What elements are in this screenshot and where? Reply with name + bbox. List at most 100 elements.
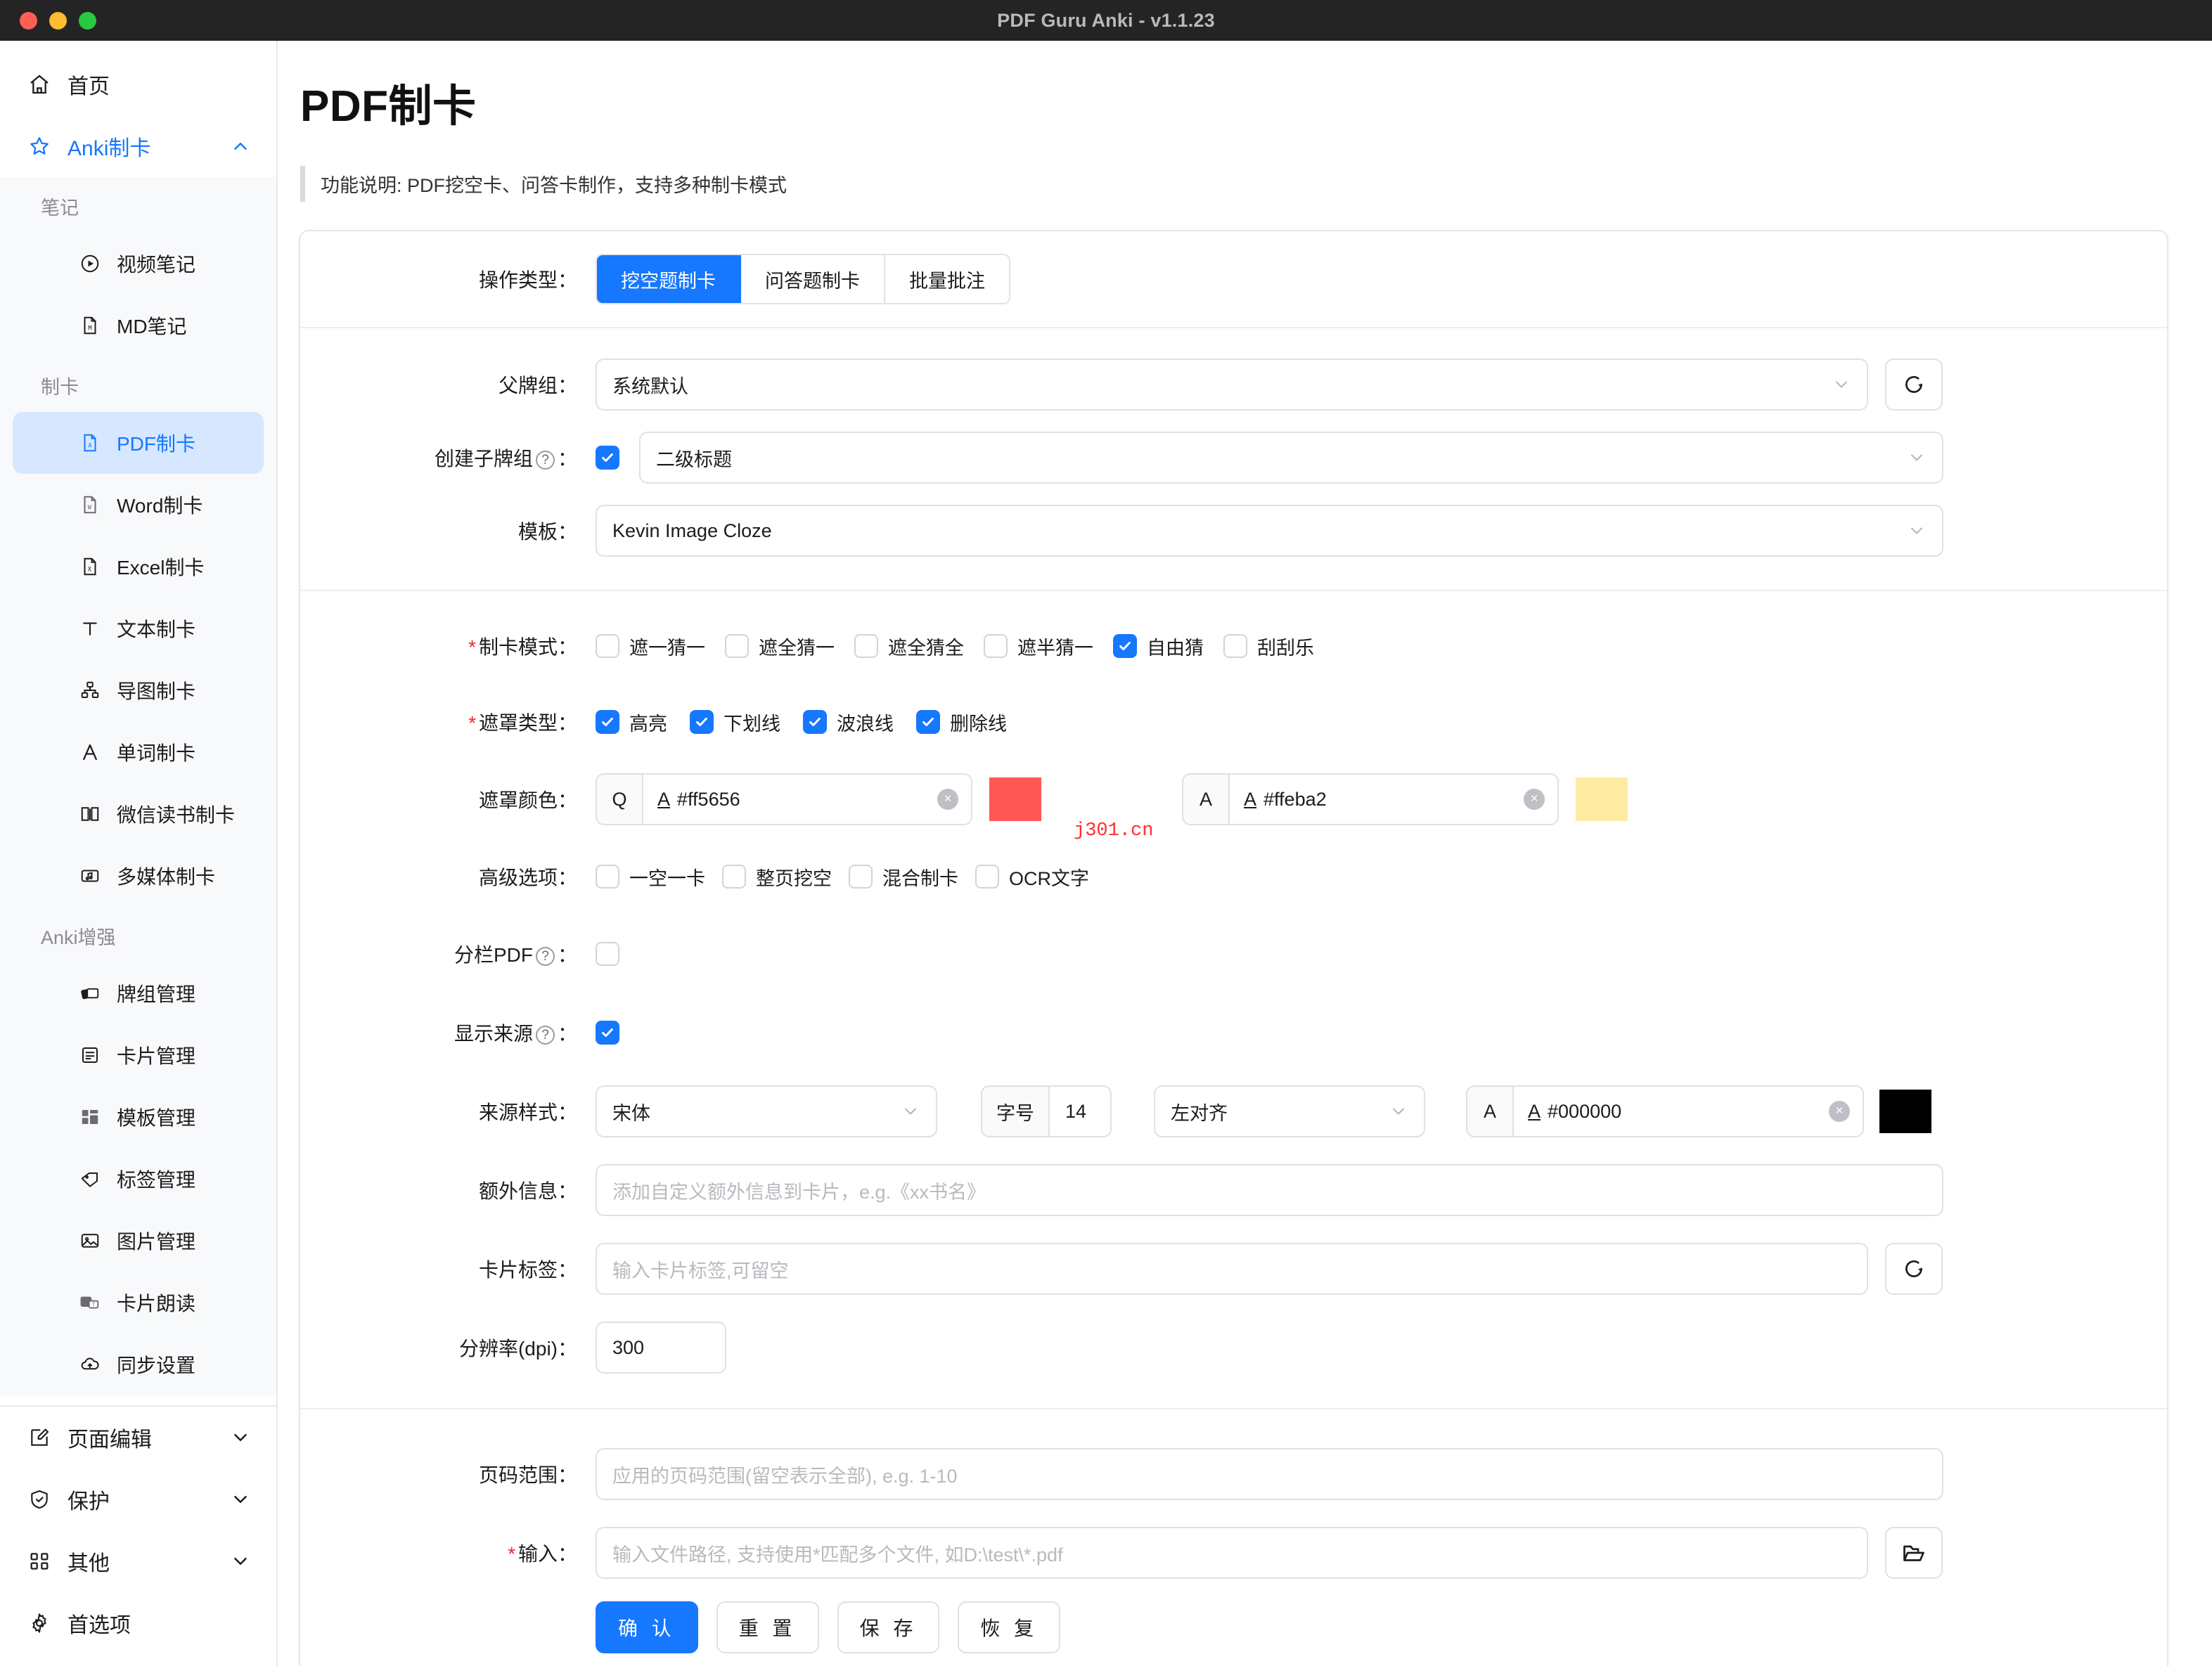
question-circle-icon[interactable]: ?	[535, 1026, 555, 1045]
sidebar-item-multimedia-cards[interactable]: 多媒体制卡	[0, 845, 276, 907]
answer-color-swatch[interactable]	[1576, 777, 1628, 821]
sidebar-item-card-tts[interactable]: T 卡片朗读	[0, 1272, 276, 1334]
confirm-button[interactable]: 确 认	[596, 1601, 698, 1653]
sidebar-item-deck-manage[interactable]: 牌组管理	[0, 962, 276, 1024]
browse-file-button[interactable]	[1885, 1527, 1943, 1579]
clear-icon[interactable]: ×	[1829, 1101, 1850, 1122]
question-color-input[interactable]: A #ff5656 ×	[642, 773, 972, 825]
card-tags-input[interactable]: 输入卡片标签,可留空	[596, 1243, 1868, 1295]
sidebar-item-sync-settings[interactable]: 同步设置	[0, 1334, 276, 1395]
save-button[interactable]: 保 存	[837, 1601, 940, 1653]
question-circle-icon[interactable]: ?	[535, 451, 555, 470]
dpi-input[interactable]: 300	[596, 1322, 726, 1374]
sidebar-item-anki-group[interactable]: Anki制卡	[0, 115, 276, 177]
sidebar-item-pdf-cards[interactable]: A PDF制卡	[13, 412, 264, 474]
chevron-down-icon[interactable]	[230, 1489, 251, 1510]
sub-deck-label-text: 创建子牌组	[434, 448, 533, 470]
letter-a-icon	[76, 742, 104, 763]
sidebar-item-home[interactable]: 首页	[0, 53, 276, 115]
refresh-decks-button[interactable]	[1885, 359, 1943, 411]
svg-text:A: A	[88, 442, 92, 449]
answer-color-input[interactable]: A #ffeba2 ×	[1228, 773, 1559, 825]
option-label: 整页挖空	[756, 867, 832, 889]
svg-text:T: T	[92, 1302, 96, 1308]
question-color-value: #ff5656	[677, 788, 740, 810]
source-color-swatch[interactable]	[1879, 1090, 1931, 1133]
tab-cloze-cards[interactable]: 挖空题制卡	[597, 255, 741, 303]
clear-icon[interactable]: ×	[937, 789, 958, 810]
option-label: 波浪线	[837, 713, 894, 735]
advanced-option-0[interactable]: 一空一卡	[596, 863, 705, 891]
show-source-checkbox[interactable]	[596, 1021, 619, 1045]
template-value: Kevin Image Cloze	[612, 519, 772, 541]
source-style-label: 来源样式：	[478, 1102, 577, 1123]
clear-icon[interactable]: ×	[1524, 789, 1545, 810]
sidebar-item-word-cards[interactable]: W Word制卡	[0, 474, 276, 536]
sidebar-item-mindmap-cards[interactable]: 导图制卡	[0, 659, 276, 721]
parent-deck-label: 父牌组：	[498, 375, 577, 396]
mask-type-option-0[interactable]: 高亮	[596, 709, 667, 736]
sidebar-item-video-notes[interactable]: 视频笔记	[0, 233, 276, 295]
extra-info-label: 额外信息：	[478, 1180, 577, 1202]
advanced-option-2[interactable]: 混合制卡	[849, 863, 958, 891]
split-pdf-checkbox[interactable]	[596, 942, 619, 966]
source-font-size: 字号 14	[981, 1085, 1112, 1137]
mask-type-label: * 遮罩类型：	[300, 708, 596, 736]
sub-deck-checkbox[interactable]	[596, 446, 619, 470]
mask-type-option-1[interactable]: 下划线	[690, 709, 780, 736]
excel-file-icon: X	[76, 556, 104, 577]
required-marker: *	[468, 636, 476, 658]
sidebar-item-preferences[interactable]: 首选项	[0, 1592, 276, 1654]
sidebar-item-other[interactable]: 其他	[0, 1530, 276, 1592]
refresh-tags-button[interactable]	[1885, 1243, 1943, 1295]
source-font-select[interactable]: 宋体	[596, 1085, 937, 1137]
source-color-input[interactable]: A #000000 ×	[1512, 1085, 1864, 1137]
advanced-option-1[interactable]: 整页挖空	[722, 863, 832, 891]
source-align-select[interactable]: 左对齐	[1154, 1085, 1425, 1137]
sidebar-item-text-cards[interactable]: 文本制卡	[0, 598, 276, 659]
question-circle-icon[interactable]: ?	[535, 947, 555, 967]
image-icon	[76, 1230, 104, 1251]
sidebar-item-template-manage[interactable]: 模板管理	[0, 1086, 276, 1148]
checkbox-box	[596, 446, 619, 470]
font-size-input[interactable]: 14	[1048, 1085, 1112, 1137]
text-icon	[76, 618, 104, 639]
sub-deck-select[interactable]: 二级标题	[639, 432, 1943, 484]
sidebar-item-wechat-read-cards[interactable]: 微信读书制卡	[0, 783, 276, 845]
tab-batch-annotate[interactable]: 批量批注	[885, 255, 1009, 303]
sidebar-item-image-manage[interactable]: 图片管理	[0, 1210, 276, 1272]
chevron-down-icon[interactable]	[230, 1427, 251, 1448]
chevron-down-icon[interactable]	[230, 1551, 251, 1572]
sidebar-item-protect[interactable]: 保护	[0, 1468, 276, 1530]
sidebar-item-excel-cards[interactable]: X Excel制卡	[0, 536, 276, 598]
template-select[interactable]: Kevin Image Cloze	[596, 505, 1943, 557]
page-range-placeholder: 应用的页码范围(留空表示全部), e.g. 1-10	[612, 1465, 958, 1487]
tab-qa-cards[interactable]: 问答题制卡	[741, 255, 885, 303]
extra-info-input[interactable]: 添加自定义额外信息到卡片，e.g.《xx书名》	[596, 1164, 1943, 1216]
card-mode-option-3[interactable]: 遮半猜一	[984, 633, 1093, 660]
card-mode-option-0[interactable]: 遮一猜一	[596, 633, 705, 660]
advanced-option-3[interactable]: OCR文字	[975, 863, 1089, 891]
sidebar-item-word-vocab-cards[interactable]: 单词制卡	[0, 721, 276, 783]
mask-type-option-2[interactable]: 波浪线	[803, 709, 894, 736]
input-path-field[interactable]: 输入文件路径, 支持使用*匹配多个文件, 如D:\test\*.pdf	[596, 1527, 1868, 1579]
page-range-label: 页码范围：	[478, 1464, 577, 1486]
sidebar-item-label: 微信读书制卡	[117, 804, 236, 826]
card-mode-option-1[interactable]: 遮全猜一	[725, 633, 835, 660]
page-range-input[interactable]: 应用的页码范围(留空表示全部), e.g. 1-10	[596, 1448, 1943, 1500]
question-color-swatch[interactable]	[989, 777, 1041, 821]
mask-type-option-3[interactable]: 删除线	[916, 709, 1007, 736]
parent-deck-select[interactable]: 系统默认	[596, 359, 1868, 411]
sidebar-item-card-manage[interactable]: 卡片管理	[0, 1024, 276, 1086]
card-mode-option-4[interactable]: 自由猜	[1113, 633, 1204, 660]
chevron-up-icon[interactable]	[230, 136, 251, 157]
card-mode-option-5[interactable]: 刮刮乐	[1223, 633, 1314, 660]
restore-button[interactable]: 恢 复	[958, 1601, 1061, 1653]
option-label: 刮刮乐	[1257, 637, 1314, 659]
card-mode-option-2[interactable]: 遮全猜全	[854, 633, 964, 660]
sidebar-item-md-notes[interactable]: M MD笔记	[0, 295, 276, 356]
reset-button[interactable]: 重 置	[716, 1601, 819, 1653]
sidebar-item-page-edit[interactable]: 页面编辑	[0, 1407, 276, 1468]
sidebar-item-tag-manage[interactable]: 标签管理	[0, 1148, 276, 1210]
show-source-label-text: 显示来源	[454, 1023, 533, 1045]
